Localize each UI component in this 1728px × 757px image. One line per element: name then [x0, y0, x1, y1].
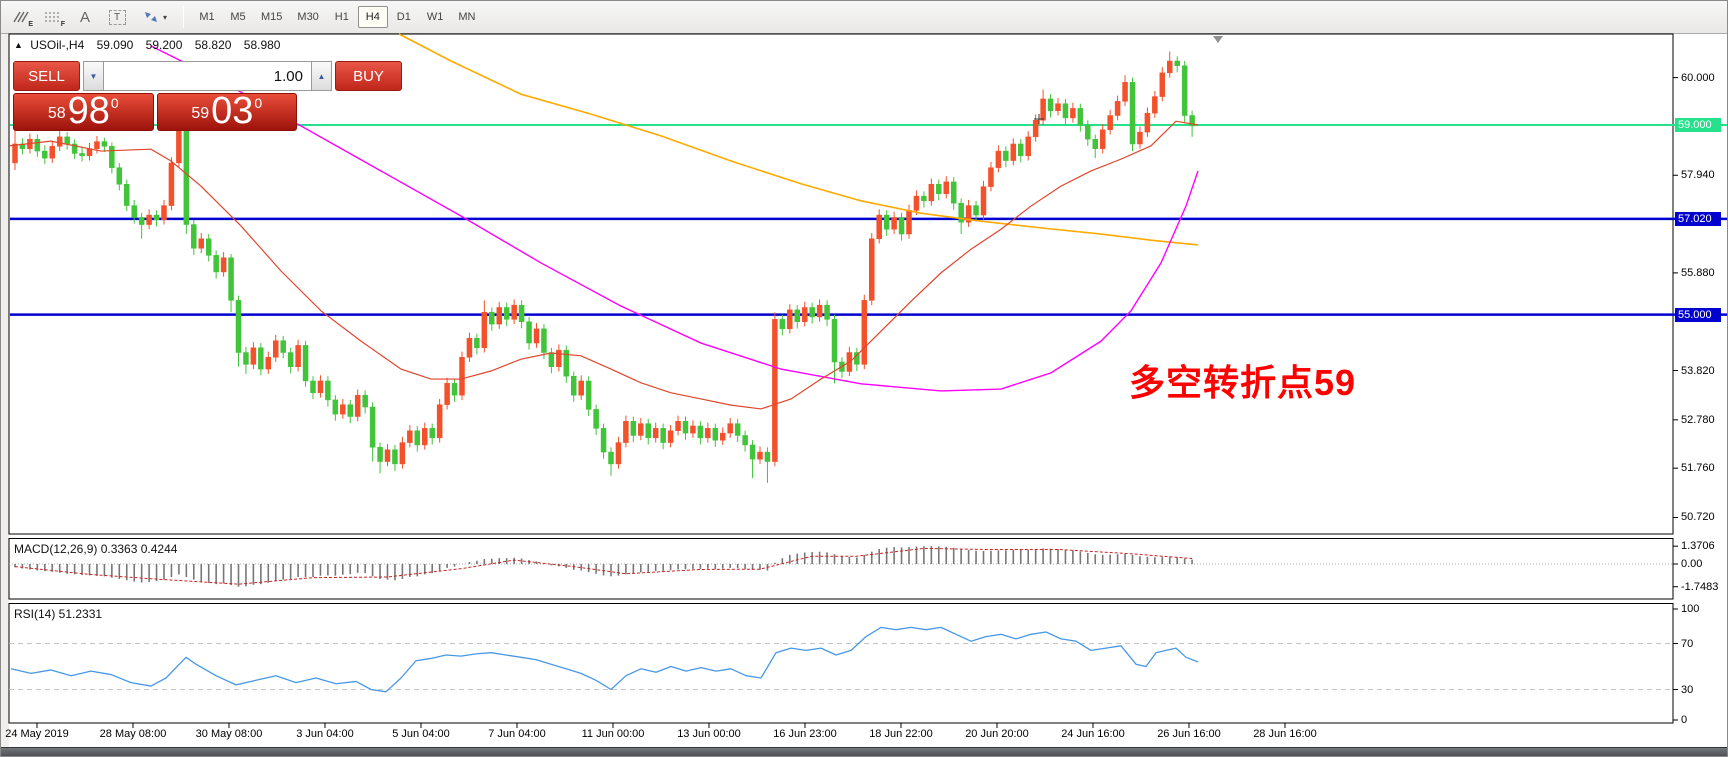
- window-bottom-edge: [1, 747, 1727, 756]
- price-axis-label: 57.940: [1681, 169, 1715, 182]
- macd-axis-label: 0.00: [1681, 558, 1703, 570]
- sell-price-big: 98: [67, 90, 110, 132]
- time-axis-label: 13 Jun 00:00: [677, 728, 741, 740]
- buy-price-tile[interactable]: 59 03 0: [156, 90, 297, 132]
- ohlc-close: 58.980: [243, 38, 281, 52]
- price-line-badge: 55.000: [1675, 307, 1721, 322]
- buy-price-small: 59: [191, 105, 210, 122]
- chart-shift-marker-icon: [1213, 36, 1223, 43]
- time-axis-label: 28 May 08:00: [99, 728, 167, 740]
- price-line-badge: 59.000: [1675, 118, 1721, 132]
- time-axis-label: 16 Jun 23:00: [773, 728, 837, 740]
- buy-price-big: 03: [211, 90, 254, 132]
- ohlc-high: 59.200: [145, 38, 183, 52]
- price-axis-label: 55.880: [1681, 266, 1715, 279]
- sell-price-sup: 0: [110, 95, 119, 111]
- time-axis-label: 18 Jun 22:00: [869, 728, 933, 740]
- price-axis-label: 53.820: [1681, 364, 1715, 377]
- sell-button[interactable]: SELL: [13, 61, 80, 91]
- macd-axis-label: 1.3706: [1681, 540, 1715, 553]
- time-axis-label: 5 Jun 04:00: [392, 728, 450, 740]
- macd-pane-border: [8, 538, 1674, 600]
- time-axis-label: 20 Jun 20:00: [965, 728, 1029, 740]
- time-axis-label: 11 Jun 00:00: [581, 728, 645, 740]
- time-axis-label: 24 May 2019: [5, 728, 69, 740]
- buy-price-sup: 0: [254, 95, 263, 111]
- rsi-axis-label: 30: [1681, 683, 1694, 696]
- symbol-info: ▲ USOil-,H4 59.090 59.200 58.820 58.980: [14, 38, 280, 52]
- rsi-pane-border: [8, 603, 1674, 724]
- time-axis-label: 30 May 08:00: [195, 728, 263, 740]
- volume-input[interactable]: [104, 61, 311, 91]
- price-axis-label: 50.720: [1681, 511, 1715, 524]
- price-axis-label: 52.780: [1681, 413, 1715, 426]
- rsi-axis-label: 70: [1681, 637, 1694, 650]
- rsi-axis-label: 100: [1681, 603, 1700, 615]
- rsi-pane-label: RSI(14) 51.2331: [14, 607, 103, 621]
- price-axis-label: 51.760: [1681, 462, 1715, 475]
- time-axis-label: 24 Jun 16:00: [1061, 728, 1125, 740]
- symbol-marker-icon: ▲: [14, 40, 23, 50]
- volume-decrease-button[interactable]: ▼: [83, 61, 104, 91]
- macd-axis-label: -1.7483: [1681, 580, 1719, 593]
- macd-histogram: [14, 546, 1193, 587]
- one-click-trade-panel: SELL ▼ ▲ BUY 58 98 0 59 03 0: [13, 61, 402, 132]
- time-axis-label: 3 Jun 04:00: [296, 728, 354, 740]
- macd-pane-label: MACD(12,26,9) 0.3363 0.4244: [14, 542, 178, 556]
- sell-price-tile[interactable]: 58 98 0: [13, 90, 154, 132]
- ma-slow-line: [398, 33, 1199, 246]
- rsi-axis-label: 0: [1681, 714, 1688, 726]
- price-axis-label: 60.000: [1681, 71, 1715, 84]
- ohlc-low: 58.820: [194, 38, 232, 52]
- price-line-badge: 57.020: [1675, 211, 1721, 226]
- symbol-name: USOil-,H4: [30, 38, 85, 52]
- chart-annotation-text: 多空转折点59: [1129, 362, 1357, 403]
- trading-terminal-window: E F A T ▾ M1M5M15M30H1H4D1W1MN ▲: [0, 0, 1728, 757]
- time-axis-label: 28 Jun 16:00: [1253, 728, 1317, 740]
- buy-button[interactable]: BUY: [335, 61, 402, 91]
- ohlc-open: 59.090: [96, 38, 134, 52]
- time-axis-label: 7 Jun 04:00: [488, 728, 546, 740]
- time-axis-label: 26 Jun 16:00: [1157, 728, 1221, 740]
- volume-increase-button[interactable]: ▲: [311, 61, 332, 91]
- sell-price-small: 58: [47, 105, 66, 122]
- rsi-line: [10, 626, 1199, 693]
